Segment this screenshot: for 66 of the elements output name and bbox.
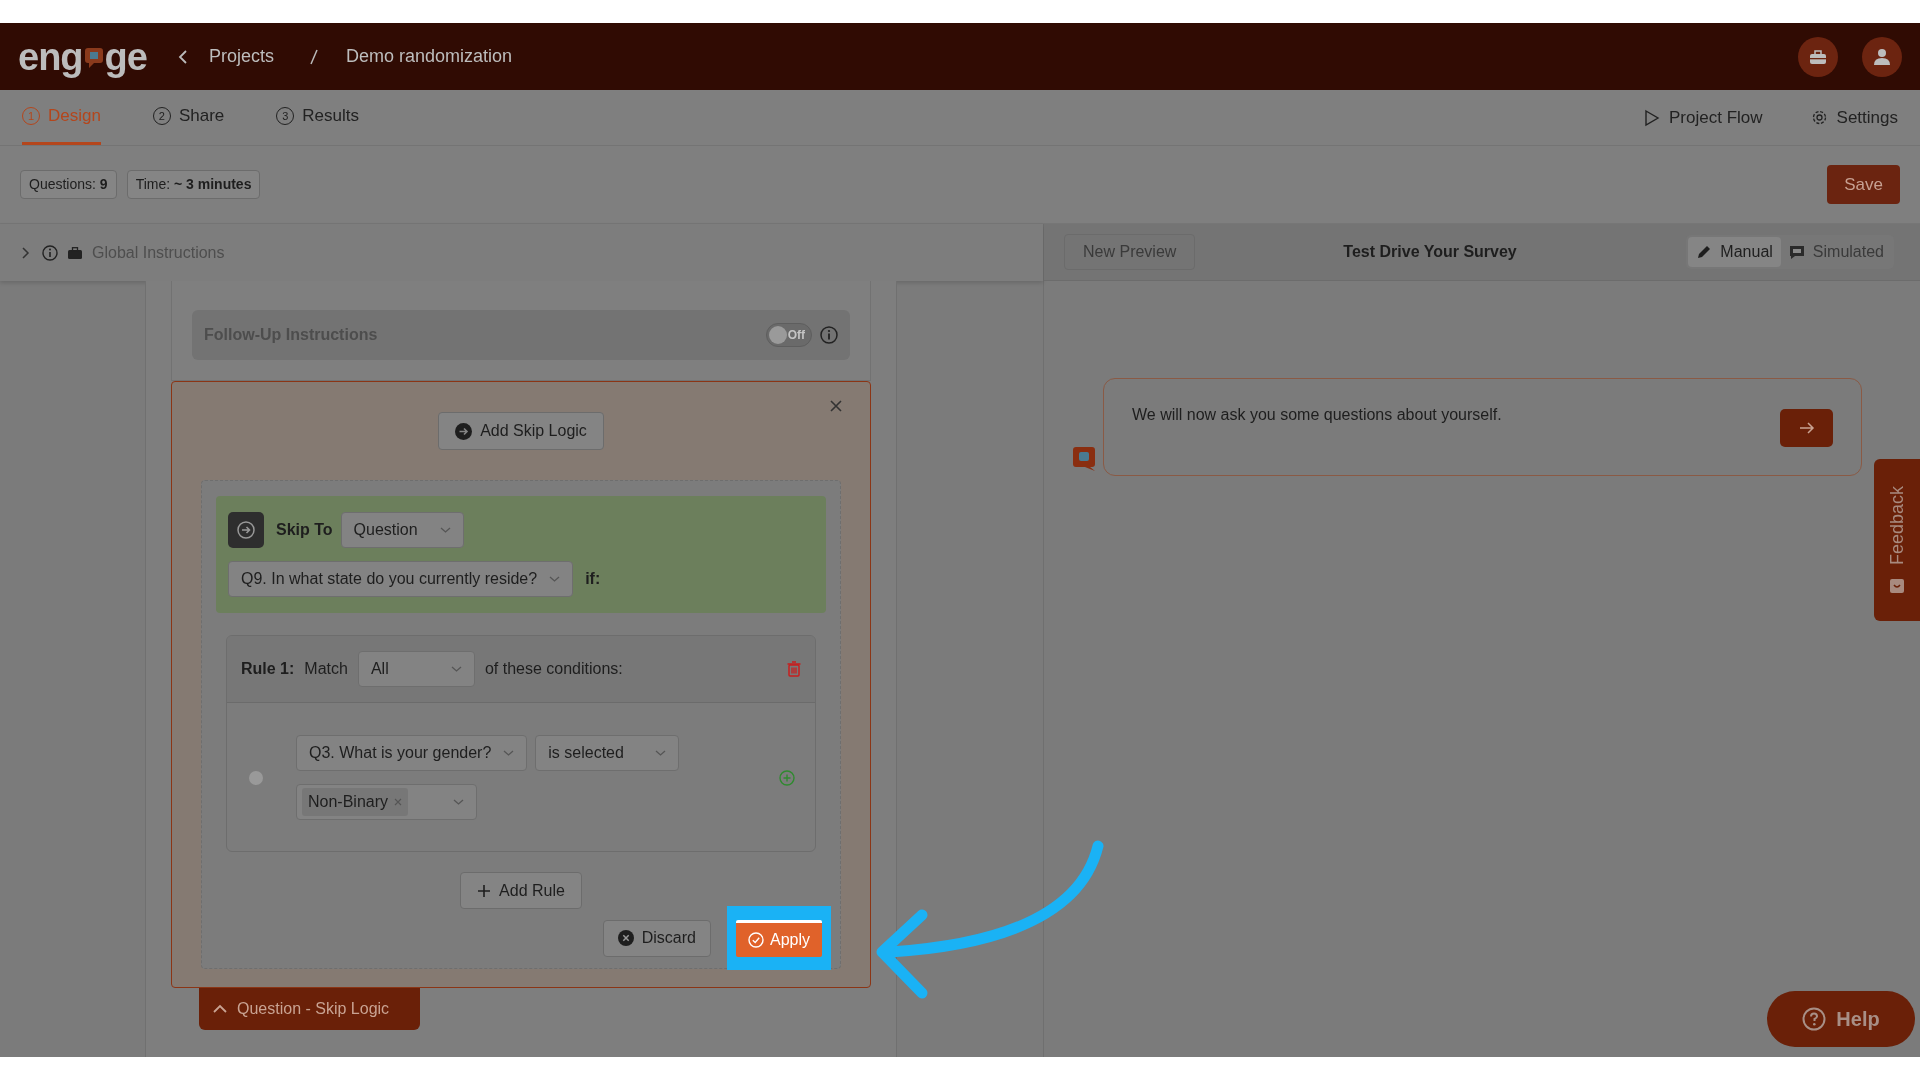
mode-tab[interactable]: Simulated <box>1780 237 1892 267</box>
close-button[interactable] <box>830 400 842 412</box>
stat-chip: Time: ~ 3 minutes <box>126 170 261 199</box>
profile-button[interactable] <box>1862 36 1902 77</box>
section-toggle-tab[interactable]: Question - Skip Logic <box>199 988 420 1030</box>
trash-icon <box>787 661 801 677</box>
field-label: Match <box>304 659 348 679</box>
page-title: Demo randomization <box>345 45 513 68</box>
condition-select[interactable]: Q3. What is your gender? <box>296 735 528 771</box>
project-flow-link[interactable]: Project Flow <box>1644 90 1763 145</box>
type-select[interactable]: Question <box>340 512 464 548</box>
arrow-circle-icon <box>455 422 473 440</box>
plus-circle-icon <box>779 769 795 786</box>
close-icon <box>830 400 842 412</box>
mode-tab[interactable]: Manual <box>1688 237 1781 267</box>
next-button[interactable] <box>1780 409 1833 447</box>
breadcrumb-link[interactable]: Projects <box>208 43 274 70</box>
stat-chip: Questions: 9 <box>20 170 117 199</box>
smile-icon <box>1889 577 1905 594</box>
bot-avatar-icon <box>1072 446 1096 472</box>
close-circle-icon <box>617 930 634 946</box>
discard-button[interactable]: Discard <box>602 919 711 957</box>
chat-icon <box>1788 244 1805 260</box>
rule-label: Rule 1: <box>241 659 295 679</box>
back-icon[interactable] <box>176 47 189 66</box>
new-preview-button[interactable]: New Preview <box>1064 234 1196 270</box>
tab[interactable]: 2 Share <box>152 90 225 145</box>
match-select[interactable]: All <box>357 651 475 687</box>
field-label: of these conditions: <box>484 659 623 679</box>
info-icon <box>42 244 58 261</box>
logo-text: eng <box>18 37 83 76</box>
add-skip-logic-button[interactable]: Add Skip Logic <box>438 412 604 450</box>
arrow-circle-icon <box>237 521 255 539</box>
message-text: We will now ask you some questions about yourself. <box>1132 406 1502 423</box>
feedback-tab[interactable]: Feedback <box>1874 459 1920 621</box>
toggle-switch[interactable]: Off <box>766 323 812 347</box>
logo-text: ge <box>104 37 147 76</box>
value-tag: Non-Binary <box>302 788 409 816</box>
save-button[interactable]: Save <box>1827 164 1900 205</box>
toolbox-icon <box>1809 48 1827 65</box>
settings-link[interactable]: Settings <box>1810 90 1898 145</box>
target-select[interactable]: Q9. In what state do you currently reside? <box>228 561 574 597</box>
bullet-icon <box>249 770 263 785</box>
field-label: if: <box>585 569 601 589</box>
field-label: Skip To <box>276 520 333 540</box>
arrow-right-icon <box>1798 421 1815 435</box>
help-icon <box>1802 1007 1827 1031</box>
user-icon <box>1873 47 1891 66</box>
briefcase-icon <box>68 246 82 259</box>
pencil-icon <box>1696 244 1713 260</box>
toolbox-button[interactable] <box>1798 36 1838 77</box>
chevron-up-icon <box>213 1004 227 1014</box>
slash-icon <box>307 47 320 66</box>
operator-select[interactable]: is selected <box>535 735 680 771</box>
check-circle-icon <box>747 932 764 948</box>
add-rule-button[interactable]: Add Rule <box>460 872 582 909</box>
info-icon <box>820 326 838 344</box>
play-icon <box>1644 108 1661 127</box>
plus-icon <box>477 883 492 898</box>
remove-icon[interactable] <box>394 798 403 806</box>
help-button[interactable]: Help <box>1767 991 1915 1047</box>
chevron-right-icon[interactable] <box>20 245 32 260</box>
tab[interactable]: 3 Results <box>276 90 359 145</box>
apply-button[interactable]: Apply <box>735 920 822 957</box>
value-select[interactable]: Non-Binary <box>296 784 477 820</box>
panel-title: Test Drive Your Survey <box>1343 242 1517 262</box>
